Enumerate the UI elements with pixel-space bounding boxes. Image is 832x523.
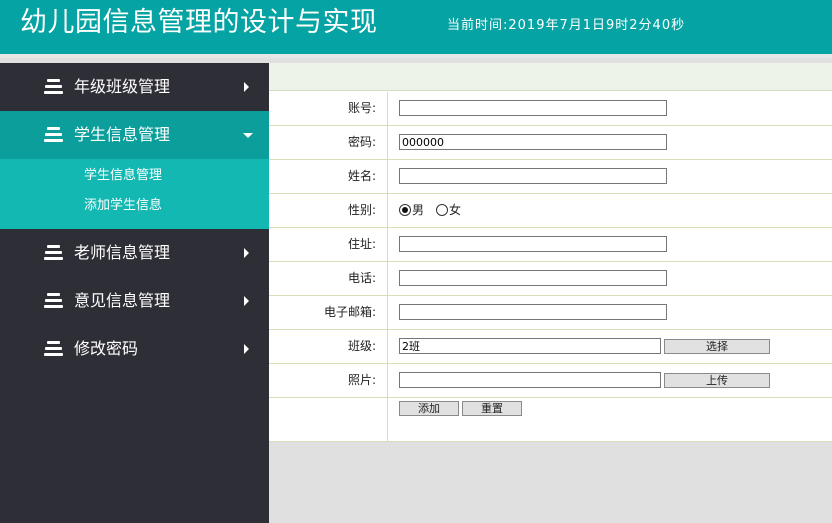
password-input[interactable]: [399, 134, 667, 150]
sidebar-item-teacher-info[interactable]: 老师信息管理: [0, 229, 269, 277]
gender-female-label: 女: [449, 203, 462, 217]
form-row-photo: 照片: 上传: [269, 364, 832, 398]
form-row-name: 姓名:: [269, 160, 832, 194]
address-input[interactable]: [399, 236, 667, 252]
form-row-address: 住址:: [269, 228, 832, 262]
main-content: 账号: 密码: 姓名: 性别: 男 女 住址: 电话: 电子邮箱: 班级: 选: [269, 63, 832, 442]
form-row-account: 账号:: [269, 92, 832, 126]
name-input[interactable]: [399, 168, 667, 184]
gender-male-label: 男: [412, 203, 425, 217]
current-time: 当前时间:2019年7月1日9时2分40秒: [447, 18, 686, 33]
password-label: 密码:: [269, 126, 388, 159]
caret-down-icon: [243, 133, 253, 138]
address-label: 住址:: [269, 228, 388, 261]
reset-button[interactable]: 重置: [462, 401, 522, 416]
content-topbar: [269, 63, 832, 91]
sidebar-item-change-password[interactable]: 修改密码: [0, 325, 269, 373]
form-row-phone: 电话:: [269, 262, 832, 296]
submenu-item-add-student[interactable]: 添加学生信息: [84, 197, 162, 215]
phone-input[interactable]: [399, 270, 667, 286]
sidebar-item-grade-class[interactable]: 年级班级管理: [0, 63, 269, 111]
submenu-item-student-list[interactable]: 学生信息管理: [84, 167, 162, 185]
form-row-password: 密码:: [269, 126, 832, 160]
name-label: 姓名:: [269, 160, 388, 193]
sidebar-item-label: 修改密码: [74, 339, 139, 358]
account-label: 账号:: [269, 92, 388, 125]
select-class-button[interactable]: 选择: [664, 339, 770, 354]
class-input[interactable]: [399, 338, 661, 354]
photo-label: 照片:: [269, 364, 388, 397]
form-row-email: 电子邮箱:: [269, 296, 832, 330]
caret-right-icon: [244, 82, 249, 92]
sidebar-item-label: 老师信息管理: [74, 243, 171, 262]
caret-right-icon: [244, 344, 249, 354]
sidebar: 年级班级管理 学生信息管理 学生信息管理 添加学生信息 老师信息管理 意见信息管…: [0, 63, 269, 523]
email-label: 电子邮箱:: [269, 296, 388, 329]
caret-right-icon: [244, 248, 249, 258]
class-label: 班级:: [269, 330, 388, 363]
sidebar-item-label: 年级班级管理: [74, 77, 171, 96]
add-button[interactable]: 添加: [399, 401, 459, 416]
account-input[interactable]: [399, 100, 667, 116]
app-title: 幼儿园信息管理的设计与实现: [20, 7, 378, 38]
form-row-class: 班级: 选择: [269, 330, 832, 364]
sidebar-item-label: 学生信息管理: [74, 125, 171, 144]
caret-right-icon: [244, 296, 249, 306]
student-submenu: 学生信息管理 添加学生信息: [0, 159, 269, 229]
gender-female-radio[interactable]: [436, 204, 448, 216]
photo-input[interactable]: [399, 372, 661, 388]
stack-icon: [44, 79, 63, 95]
stack-icon: [44, 341, 63, 357]
sidebar-item-student-info[interactable]: 学生信息管理: [0, 111, 269, 159]
gender-label: 性别:: [269, 194, 388, 227]
gender-male-radio[interactable]: [399, 204, 411, 216]
form-row-gender: 性别: 男 女: [269, 194, 832, 228]
email-input[interactable]: [399, 304, 667, 320]
sidebar-item-feedback-info[interactable]: 意见信息管理: [0, 277, 269, 325]
phone-label: 电话:: [269, 262, 388, 295]
form-row-actions: 添加 重置: [269, 396, 832, 442]
stack-icon: [44, 293, 63, 309]
stack-icon: [44, 127, 63, 143]
app-header: 幼儿园信息管理的设计与实现 当前时间:2019年7月1日9时2分40秒: [0, 0, 832, 58]
upload-photo-button[interactable]: 上传: [664, 373, 770, 388]
sidebar-item-label: 意见信息管理: [74, 291, 171, 310]
stack-icon: [44, 245, 63, 261]
